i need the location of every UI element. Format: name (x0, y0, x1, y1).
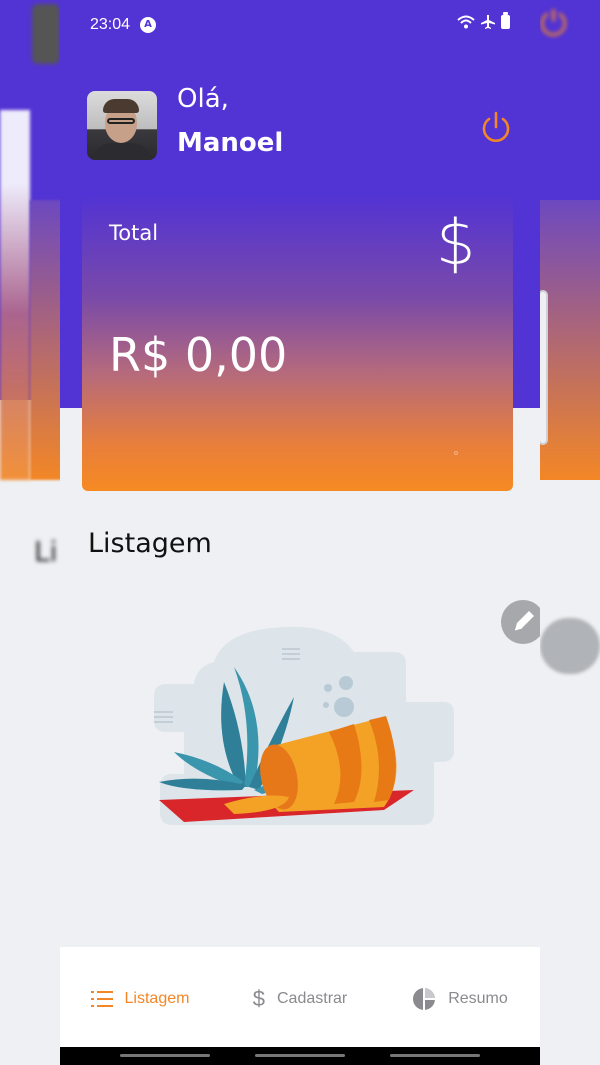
dollar-icon: $ (252, 986, 265, 1011)
edit-button[interactable] (501, 600, 540, 644)
ghost-section-title: Li (34, 535, 58, 568)
ghost-card (540, 200, 600, 480)
app-screen: 23:04 A Olá, Manoel Total $ R$ 0,00 List… (60, 0, 540, 1065)
total-card: Total $ R$ 0,00 (82, 195, 513, 491)
ghost-card-inner (30, 200, 60, 480)
dollar-icon: $ (436, 206, 476, 279)
empty-pot-illustration (154, 626, 454, 825)
nav-item-cadastrar[interactable]: $ Cadastrar (220, 947, 380, 1051)
nav-label-listagem: Listagem (124, 990, 190, 1007)
total-label: Total (109, 221, 159, 245)
ghost-avatar (32, 4, 60, 64)
status-time: 23:04 (90, 16, 131, 33)
ghost-card (0, 110, 30, 480)
gesture-bar (60, 1047, 540, 1065)
avatar (87, 91, 157, 160)
ghost-power-icon: ⏻ (540, 4, 567, 44)
airplane-icon (481, 15, 495, 29)
ghost-card-edge (540, 290, 548, 445)
greeting-text: Olá, (177, 84, 229, 114)
bottom-nav: Listagem $ Cadastrar Resumo (60, 947, 540, 1047)
power-icon[interactable] (478, 110, 514, 146)
total-value: R$ 0,00 (109, 328, 288, 382)
previous-screen-ghost: Li (0, 0, 60, 1065)
wifi-icon (457, 15, 475, 29)
nav-label-cadastrar: Cadastrar (277, 990, 348, 1007)
status-icons (457, 12, 510, 29)
next-screen-ghost: ⏻ (540, 0, 600, 1065)
android-auto-icon: A (140, 17, 156, 33)
ghost-edit-fab (540, 618, 600, 674)
nav-item-resumo[interactable]: Resumo (380, 947, 540, 1051)
pencil-icon (514, 611, 534, 631)
user-name: Manoel (177, 128, 284, 158)
nav-label-resumo: Resumo (448, 990, 508, 1007)
pie-chart-icon (413, 988, 436, 1010)
battery-icon (501, 12, 510, 29)
card-dot (454, 451, 458, 455)
nav-item-listagem[interactable]: Listagem (60, 947, 220, 1051)
status-bar: 23:04 A (60, 0, 540, 52)
listing-title: Listagem (88, 528, 212, 559)
list-icon (90, 991, 113, 1007)
